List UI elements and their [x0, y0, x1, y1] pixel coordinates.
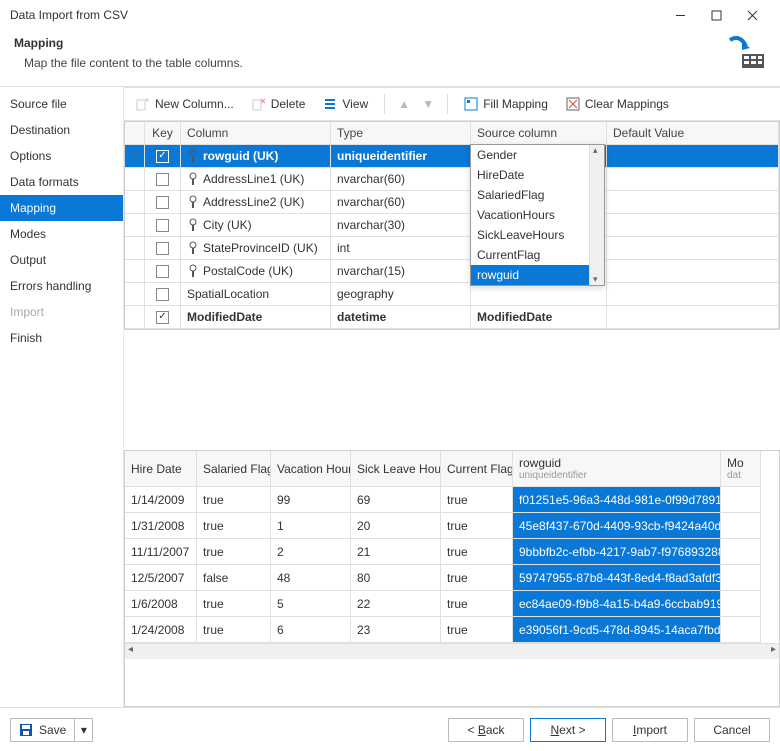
- key-checkbox[interactable]: [156, 173, 169, 186]
- step-description: Map the file content to the table column…: [24, 56, 726, 70]
- preview-table[interactable]: Hire DateSalaried FlagVacation HoursSick…: [124, 450, 780, 707]
- mapping-row[interactable]: PostalCode (UK)nvarchar(15): [125, 260, 779, 283]
- step-title: Mapping: [14, 36, 726, 50]
- key-checkbox[interactable]: [156, 265, 169, 278]
- key-checkbox[interactable]: [156, 311, 169, 324]
- next-button[interactable]: Next >: [530, 718, 606, 742]
- wizard-header: Mapping Map the file content to the tabl…: [0, 30, 780, 87]
- cancel-button[interactable]: Cancel: [694, 718, 770, 742]
- sidebar-item-errors-handling[interactable]: Errors handling: [0, 273, 123, 299]
- clear-mappings-button[interactable]: Clear Mappings: [560, 94, 675, 114]
- sidebar-item-mapping[interactable]: Mapping: [0, 195, 123, 221]
- sidebar-item-import: Import: [0, 299, 123, 325]
- view-icon: [323, 97, 337, 111]
- fill-mapping-button[interactable]: Fill Mapping: [458, 94, 554, 114]
- key-checkbox[interactable]: [156, 196, 169, 209]
- dropdown-option[interactable]: SalariedFlag: [471, 185, 604, 205]
- minimize-button[interactable]: [662, 1, 698, 29]
- key-checkbox[interactable]: [156, 242, 169, 255]
- sidebar-item-source-file[interactable]: Source file: [0, 91, 123, 117]
- sidebar-item-output[interactable]: Output: [0, 247, 123, 273]
- footer: Save ▾ < Back Next > Import Cancel: [0, 707, 780, 751]
- import-button[interactable]: Import: [612, 718, 688, 742]
- mapping-row[interactable]: AddressLine1 (UK)nvarchar(60): [125, 168, 779, 191]
- preview-row[interactable]: 11/11/2007true221true9bbbfb2c-efbb-4217-…: [125, 539, 779, 565]
- clear-mappings-icon: [566, 97, 580, 111]
- mapping-row[interactable]: AddressLine2 (UK)nvarchar(60): [125, 191, 779, 214]
- maximize-button[interactable]: [698, 1, 734, 29]
- dropdown-option[interactable]: VacationHours: [471, 205, 604, 225]
- toolbar: New Column... Delete View ▲ ▼ Fill Mappi…: [124, 87, 780, 121]
- view-button[interactable]: View: [317, 94, 374, 114]
- delete-column-icon: [252, 97, 266, 111]
- key-checkbox[interactable]: [156, 219, 169, 232]
- mapping-row[interactable]: rowguid (UK)uniqueidentifierrowguid▾: [125, 145, 779, 168]
- mapping-row[interactable]: City (UK)nvarchar(30): [125, 214, 779, 237]
- sidebar-item-finish[interactable]: Finish: [0, 325, 123, 351]
- sidebar-item-modes[interactable]: Modes: [0, 221, 123, 247]
- key-checkbox[interactable]: [156, 150, 169, 163]
- mapping-row[interactable]: StateProvinceID (UK)int: [125, 237, 779, 260]
- title-bar: Data Import from CSV: [0, 0, 780, 30]
- fill-mapping-icon: [464, 97, 478, 111]
- wizard-steps-sidebar: Source fileDestinationOptionsData format…: [0, 87, 124, 707]
- back-button[interactable]: < Back: [448, 718, 524, 742]
- close-button[interactable]: [734, 1, 770, 29]
- source-column-dropdown[interactable]: GenderHireDateSalariedFlagVacationHoursS…: [470, 144, 605, 286]
- delete-button[interactable]: Delete: [246, 94, 312, 114]
- save-icon: [19, 723, 33, 737]
- preview-row[interactable]: 1/31/2008true120true45e8f437-670d-4409-9…: [125, 513, 779, 539]
- new-column-button[interactable]: New Column...: [130, 94, 240, 114]
- save-dropdown-button[interactable]: ▾: [75, 718, 93, 742]
- import-icon: [726, 36, 766, 72]
- sidebar-item-options[interactable]: Options: [0, 143, 123, 169]
- window-title: Data Import from CSV: [10, 8, 662, 22]
- plus-column-icon: [136, 97, 150, 111]
- preview-row[interactable]: 1/24/2008true623truee39056f1-9cd5-478d-8…: [125, 617, 779, 643]
- move-up-button[interactable]: ▲: [395, 95, 413, 113]
- dropdown-scrollbar[interactable]: [589, 145, 604, 285]
- preview-horizontal-scrollbar[interactable]: [125, 643, 779, 659]
- mapping-row[interactable]: SpatialLocationgeography: [125, 283, 779, 306]
- dropdown-option[interactable]: HireDate: [471, 165, 604, 185]
- save-button[interactable]: Save: [10, 718, 75, 742]
- preview-row[interactable]: 12/5/2007false4880true59747955-87b8-443f…: [125, 565, 779, 591]
- sidebar-item-destination[interactable]: Destination: [0, 117, 123, 143]
- dropdown-option[interactable]: Gender: [471, 145, 604, 165]
- dropdown-option[interactable]: rowguid: [471, 265, 604, 285]
- key-checkbox[interactable]: [156, 288, 169, 301]
- dropdown-option[interactable]: CurrentFlag: [471, 245, 604, 265]
- dropdown-option[interactable]: SickLeaveHours: [471, 225, 604, 245]
- sidebar-item-data-formats[interactable]: Data formats: [0, 169, 123, 195]
- mapping-row[interactable]: ModifiedDatedatetimeModifiedDate: [125, 306, 779, 329]
- move-down-button[interactable]: ▼: [419, 95, 437, 113]
- mapping-table[interactable]: KeyColumnTypeSource columnDefault Valuer…: [124, 121, 780, 330]
- preview-row[interactable]: 1/14/2009true9969truef01251e5-96a3-448d-…: [125, 487, 779, 513]
- preview-row[interactable]: 1/6/2008true522trueec84ae09-f9b8-4a15-b4…: [125, 591, 779, 617]
